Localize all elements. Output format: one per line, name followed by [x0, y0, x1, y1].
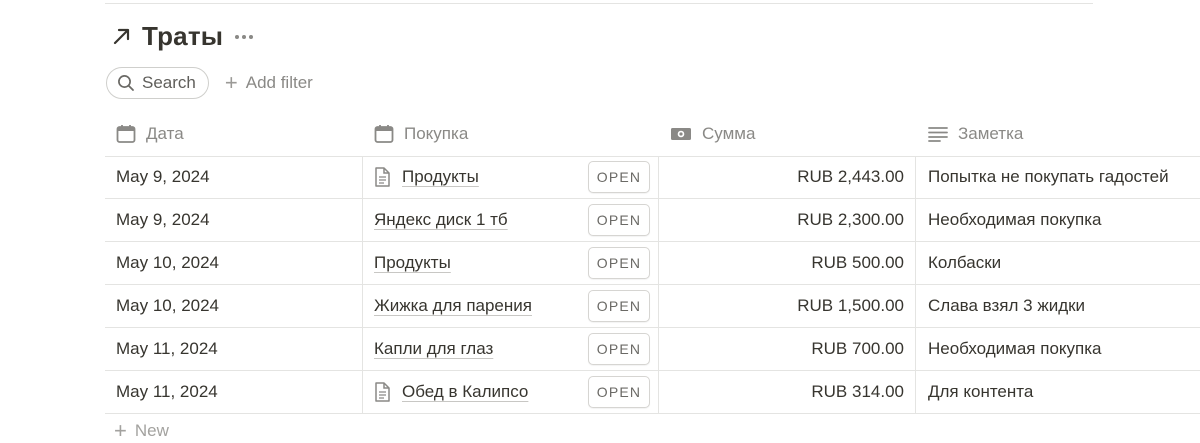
- table-row[interactable]: May 11, 2024 Капли для глаз OPEN RUB 700…: [105, 328, 1200, 371]
- purchase-title[interactable]: Продукты: [402, 167, 479, 187]
- new-row-label: New: [134, 421, 169, 440]
- note-cell[interactable]: Необходимая покупка: [915, 328, 1200, 370]
- amount-cell[interactable]: RUB 2,443.00: [658, 156, 915, 198]
- column-header-date[interactable]: Дата: [116, 112, 184, 156]
- note-cell[interactable]: Попытка не покупать гадостей: [915, 156, 1200, 198]
- search-label: Search: [142, 73, 196, 92]
- new-row-button[interactable]: + New: [114, 420, 169, 442]
- calendar-icon: [374, 125, 394, 143]
- table-row[interactable]: May 10, 2024 Жижка для парения OPEN RUB …: [105, 285, 1200, 328]
- purchase-title[interactable]: Жижка для парения: [374, 296, 532, 316]
- open-button[interactable]: OPEN: [588, 161, 650, 193]
- open-button[interactable]: OPEN: [588, 290, 650, 322]
- amount-cell[interactable]: RUB 700.00: [658, 328, 915, 370]
- open-button[interactable]: OPEN: [588, 333, 650, 365]
- date-cell[interactable]: May 9, 2024: [116, 156, 210, 198]
- amount-cell[interactable]: RUB 2,300.00: [658, 199, 915, 241]
- document-icon: [374, 382, 392, 402]
- column-header-note[interactable]: Заметка: [928, 112, 1023, 156]
- date-cell[interactable]: May 10, 2024: [116, 285, 219, 327]
- open-button[interactable]: OPEN: [588, 247, 650, 279]
- purchase-title[interactable]: Капли для глаз: [374, 339, 493, 359]
- table-body: May 9, 2024 Продукты OPEN RUB 2,443.00 П…: [105, 156, 1200, 414]
- search-icon: [118, 75, 134, 91]
- database-header: Траты: [112, 20, 254, 52]
- more-options-icon[interactable]: [235, 35, 254, 39]
- document-icon: [374, 167, 392, 187]
- column-header-purchase[interactable]: Покупка: [374, 112, 468, 156]
- date-cell[interactable]: May 11, 2024: [116, 328, 218, 370]
- note-cell[interactable]: Колбаски: [915, 242, 1200, 284]
- toolbar: Search + Add filter: [106, 67, 313, 99]
- note-cell[interactable]: Для контента: [915, 371, 1200, 413]
- table-row[interactable]: May 9, 2024 Яндекс диск 1 тб OPEN RUB 2,…: [105, 199, 1200, 242]
- purchase-title[interactable]: Яндекс диск 1 тб: [374, 210, 508, 230]
- page-title[interactable]: Траты: [142, 21, 223, 52]
- linked-arrow-icon[interactable]: [112, 25, 134, 47]
- add-filter-label: Add filter: [245, 73, 313, 92]
- date-cell[interactable]: May 11, 2024: [116, 371, 218, 413]
- table-header: Дата Покупка Сумма Заметка: [105, 112, 1200, 157]
- purchase-title[interactable]: Продукты: [374, 253, 451, 273]
- note-cell[interactable]: Слава взял 3 жидки: [915, 285, 1200, 327]
- table-row[interactable]: May 10, 2024 Продукты OPEN RUB 500.00 Ко…: [105, 242, 1200, 285]
- plus-icon: +: [114, 418, 127, 443]
- amount-cell[interactable]: RUB 1,500.00: [658, 285, 915, 327]
- table-row[interactable]: May 11, 2024 Обед в Калипсо OPEN RUB 314…: [105, 371, 1200, 414]
- search-button[interactable]: Search: [106, 67, 209, 99]
- table-row[interactable]: May 9, 2024 Продукты OPEN RUB 2,443.00 П…: [105, 156, 1200, 199]
- date-cell[interactable]: May 10, 2024: [116, 242, 219, 284]
- note-cell[interactable]: Необходимая покупка: [915, 199, 1200, 241]
- open-button[interactable]: OPEN: [588, 376, 650, 408]
- date-cell[interactable]: May 9, 2024: [116, 199, 210, 241]
- add-filter-button[interactable]: + Add filter: [225, 72, 313, 94]
- column-header-amount[interactable]: Сумма: [670, 112, 755, 156]
- calendar-icon: [116, 125, 136, 143]
- top-divider: [105, 3, 1093, 4]
- amount-cell[interactable]: RUB 314.00: [658, 371, 915, 413]
- open-button[interactable]: OPEN: [588, 204, 650, 236]
- money-icon: [671, 128, 691, 140]
- amount-cell[interactable]: RUB 500.00: [658, 242, 915, 284]
- plus-icon: +: [224, 70, 238, 95]
- text-lines-icon: [928, 127, 948, 142]
- purchase-title[interactable]: Обед в Калипсо: [402, 382, 528, 402]
